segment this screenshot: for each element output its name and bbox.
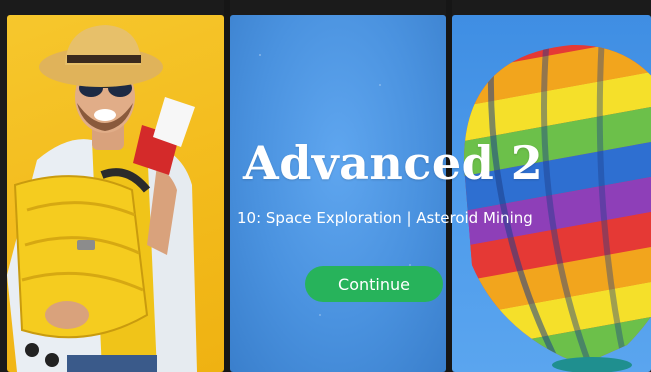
traveler-illustration: [7, 25, 197, 372]
balloon-image-panel: [452, 15, 651, 372]
continue-button[interactable]: Continue: [305, 266, 443, 302]
sky-texture: [259, 54, 411, 316]
lesson-subtitle: 10: Space Exploration | Asteroid Mining: [237, 209, 533, 227]
lesson-card: Advanced 2 10: Space Exploration | Aster…: [0, 0, 651, 372]
hot-air-balloon-icon: [463, 44, 651, 372]
traveler-image-panel: [7, 15, 224, 372]
lesson-title: Advanced 2: [243, 136, 544, 190]
sky-image-panel: [230, 15, 446, 372]
